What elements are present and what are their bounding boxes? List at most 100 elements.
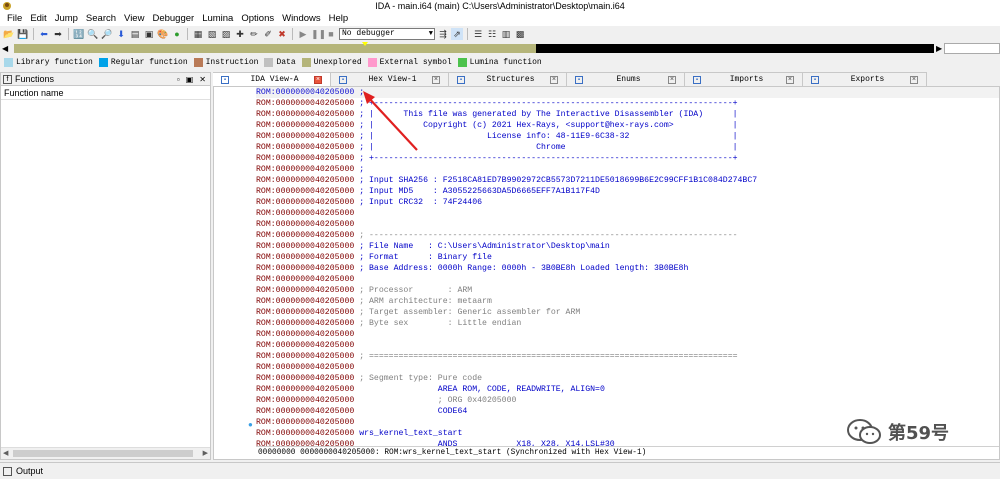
colors-icon[interactable]: 🎨 (157, 28, 169, 40)
back-icon[interactable]: ⬅ (38, 28, 50, 40)
delete-icon[interactable]: ✖ (276, 28, 288, 40)
tab-structures[interactable]: ▪ Structures × (449, 72, 567, 86)
menu-help[interactable]: Help (325, 12, 353, 26)
nav-input[interactable] (944, 43, 1000, 54)
menu-view[interactable]: View (120, 12, 148, 26)
menu-windows[interactable]: Windows (278, 12, 325, 26)
tab-close-icon[interactable]: × (910, 75, 918, 84)
listing-line[interactable]: ROM:0000000040205000 (256, 340, 999, 351)
make-array-icon[interactable]: ▨ (220, 28, 232, 40)
legend-swatch (4, 58, 13, 67)
tab-close-icon[interactable]: × (432, 75, 440, 84)
tab-label: Imports (729, 75, 764, 84)
menu-search[interactable]: Search (82, 12, 120, 26)
nav-unexplored-region[interactable] (14, 44, 536, 53)
tab-label: IDA View-A (250, 75, 299, 84)
wechat-logo-icon (847, 419, 881, 444)
pin-icon[interactable]: ✏ (248, 28, 260, 40)
structure-icon[interactable]: ▥ (500, 28, 512, 40)
navigation-band[interactable]: ◀ ▶ (0, 42, 1000, 56)
code-icon[interactable]: ▣ (143, 28, 155, 40)
nav-left-arrow-icon[interactable]: ◀ (2, 44, 8, 53)
listing-line[interactable]: ROM:0000000040205000 ; Input SHA256 : F2… (256, 175, 999, 186)
search-next-icon[interactable]: 🔎 (101, 28, 113, 40)
graph-icon[interactable]: ▤ (129, 28, 141, 40)
tab-close-icon[interactable]: × (668, 75, 676, 84)
nav-right-arrow-icon[interactable]: ▶ (936, 44, 942, 53)
listing-line[interactable]: ROM:0000000040205000 CODE64 (256, 406, 999, 417)
forward-icon[interactable]: ➡ (52, 28, 64, 40)
line-address: ROM:0000000040205000 (256, 242, 355, 251)
listing-line[interactable]: ROM:0000000040205000 (256, 362, 999, 373)
pause-icon[interactable]: ❚❚ (311, 28, 326, 40)
jump-icon[interactable]: ⬇ (115, 28, 127, 40)
close-icon[interactable]: ✕ (199, 75, 206, 84)
green-dot-icon[interactable]: ● (171, 28, 183, 40)
line-text: ; (354, 165, 365, 174)
tab-exports[interactable]: ▪ Exports × (803, 72, 927, 86)
menu-file[interactable]: File (3, 12, 26, 26)
tab-hex-view-1[interactable]: ▪ Hex View-1 × (331, 72, 449, 86)
text-search-icon[interactable]: 🔍 (87, 28, 99, 40)
make-data-icon[interactable]: ▧ (206, 28, 218, 40)
open-file-icon[interactable]: 📂 (3, 28, 15, 40)
menu-debugger[interactable]: Debugger (148, 12, 198, 26)
scroll-right-icon[interactable]: ▶ (203, 449, 208, 457)
tab-imports[interactable]: ▪ Imports × (685, 72, 803, 86)
line-address: ROM:0000000040205000 (256, 220, 355, 229)
menu-edit[interactable]: Edit (26, 12, 50, 26)
line-text: ; Target assembler: Generic assembler fo… (354, 308, 581, 317)
step-into-icon[interactable]: ⇗ (451, 28, 463, 40)
float-icon[interactable]: ▣ (186, 75, 194, 84)
step-icon[interactable]: ⇶ (437, 28, 449, 40)
listing-line[interactable]: ROM:0000000040205000 ; -----------------… (256, 230, 999, 241)
listing-line[interactable]: ROM:0000000040205000 (256, 208, 999, 219)
debugger-select[interactable]: No debugger ▼ (339, 28, 435, 40)
listing-line[interactable]: ROM:0000000040205000 AREA ROM, CODE, REA… (256, 384, 999, 395)
save-icon[interactable]: 💾 (17, 28, 29, 40)
make-code-icon[interactable]: ▦ (192, 28, 204, 40)
tab-ida-view-a[interactable]: ▪ IDA View-A × (213, 72, 331, 86)
listing-line[interactable]: ROM:0000000040205000 ; Target assembler:… (256, 307, 999, 318)
tab-close-icon[interactable]: × (786, 75, 794, 84)
listing-line[interactable]: ROM:0000000040205000 ; Base Address: 000… (256, 263, 999, 274)
list-icon[interactable]: ☰ (472, 28, 484, 40)
enum-icon[interactable]: ▩ (514, 28, 526, 40)
listing-line[interactable]: ROM:0000000040205000 (256, 329, 999, 340)
tab-close-icon[interactable]: × (550, 75, 558, 84)
listing-line[interactable]: ROM:0000000040205000 (256, 219, 999, 230)
binary-search-icon[interactable]: 🔢 (73, 28, 85, 40)
listing-line[interactable]: ROM:0000000040205000 ; Byte sex : Little… (256, 318, 999, 329)
line-address: ROM:0000000040205000 (256, 429, 355, 438)
listing-line[interactable]: ROM:0000000040205000 ; Format : Binary f… (256, 252, 999, 263)
play-icon[interactable]: ▶ (297, 28, 309, 40)
menu-lumina[interactable]: Lumina (198, 12, 237, 26)
listing-line[interactable]: ROM:0000000040205000 (256, 274, 999, 285)
horizontal-scrollbar[interactable]: ◀ ▶ (1, 447, 210, 459)
nav-position-marker (362, 42, 368, 46)
tab-close-icon[interactable]: × (314, 75, 322, 84)
stop-icon[interactable]: ■ (325, 28, 337, 40)
function-name-column-header[interactable]: Function name (1, 86, 210, 100)
make-string-icon[interactable]: ✚ (234, 28, 246, 40)
breakpoint-icon[interactable]: ✐ (262, 28, 274, 40)
output-panel[interactable]: Output (0, 462, 1000, 479)
listing-line[interactable]: ROM:0000000040205000 ; File Name : C:\Us… (256, 241, 999, 252)
listing-line[interactable]: ROM:0000000040205000 ; Processor : ARM (256, 285, 999, 296)
scroll-thumb[interactable] (13, 450, 193, 457)
listing-line[interactable]: ROM:0000000040205000 ; =================… (256, 351, 999, 362)
list2-icon[interactable]: ☷ (486, 28, 498, 40)
listing-line[interactable]: ROM:0000000040205000 ; Input MD5 : A3055… (256, 186, 999, 197)
tab-enums[interactable]: ▪ Enums × (567, 72, 685, 86)
panel-menu-icon[interactable]: ▫ (177, 75, 180, 84)
listing-line[interactable]: ROM:0000000040205000 ; ARM architecture:… (256, 296, 999, 307)
toolbar: 📂 💾 ⬅ ➡ 🔢 🔍 🔎 ⬇ ▤ ▣ 🎨 ● ▦ ▧ ▨ ✚ ✏ ✐ ✖ ▶ … (0, 26, 1000, 42)
menu-options[interactable]: Options (237, 12, 278, 26)
nav-data-region[interactable] (536, 44, 934, 53)
listing-line[interactable]: ROM:0000000040205000 ; Input CRC32 : 74F… (256, 197, 999, 208)
listing-line[interactable]: ROM:0000000040205000 ; Segment type: Pur… (256, 373, 999, 384)
listing-line[interactable]: ROM:0000000040205000 ; ORG 0x40205000 (256, 395, 999, 406)
listing-line[interactable]: ROM:0000000040205000 ; (256, 164, 999, 175)
scroll-left-icon[interactable]: ◀ (3, 449, 8, 457)
menu-jump[interactable]: Jump (51, 12, 82, 26)
